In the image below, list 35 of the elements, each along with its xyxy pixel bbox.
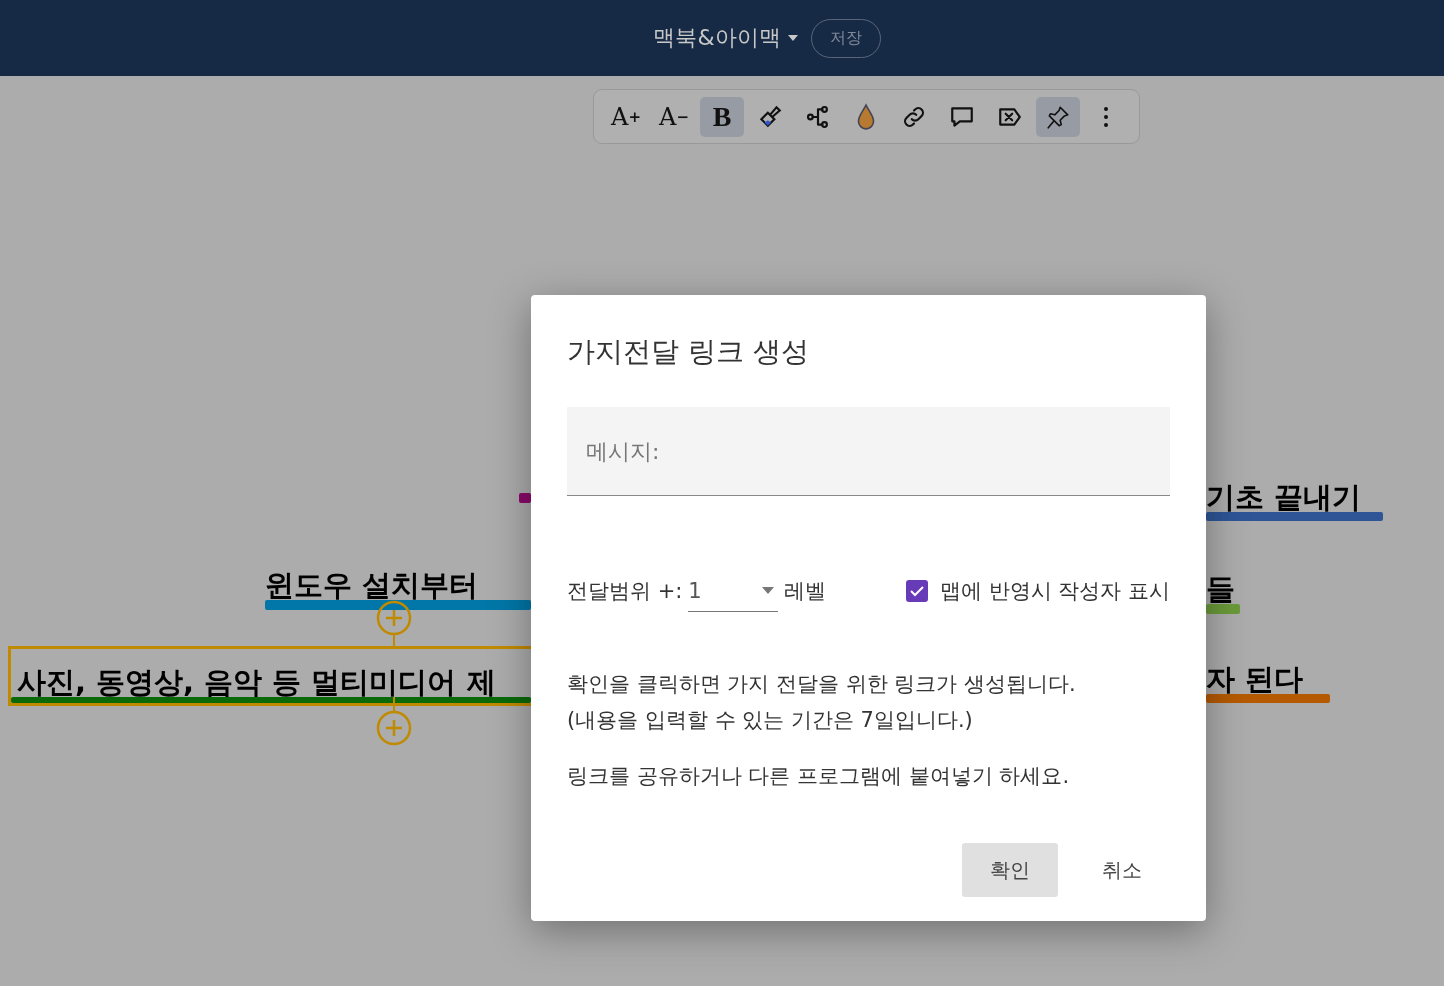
selected-node[interactable]: 사진, 동영상, 음악 등 멀티미디어 제 <box>8 646 531 706</box>
brush-icon <box>757 103 783 130</box>
add-node-icon[interactable] <box>376 600 412 636</box>
confirm-button[interactable]: 확인 <box>962 843 1058 897</box>
info-text: (내용을 입력할 수 있는 기간은 7일입니다.) <box>567 707 974 734</box>
level-label: 레벨 <box>784 578 827 605</box>
scope-label: 전달범위 +: <box>567 578 683 605</box>
checkbox[interactable] <box>905 580 928 602</box>
node-text: 사진, 동영상, 음악 등 멀티미디어 제 <box>17 668 496 697</box>
map-node[interactable]: 들 <box>1206 560 1240 614</box>
message-field[interactable]: 메시지: <box>567 407 1170 496</box>
cancel-button[interactable]: 취소 <box>1074 843 1170 897</box>
map-title[interactable]: 맥북&아이맥 <box>653 23 781 53</box>
map-node[interactable]: 윈도우 설치부터 <box>265 556 531 610</box>
toolbar-button[interactable] <box>1036 96 1080 137</box>
check-icon <box>908 583 925 599</box>
node-text: 기초 끝내기 <box>1206 483 1362 512</box>
info-text: 확인을 클릭하면 가지 전달을 위한 링크가 생성됩니다. <box>567 671 1077 698</box>
more-icon <box>1103 105 1109 128</box>
branch-icon <box>805 103 831 130</box>
node-text: 윈도우 설치부터 <box>265 571 479 600</box>
hint-text: 링크를 공유하거나 다른 프로그램에 붙여넣기 하세요. <box>567 763 1071 790</box>
dropdown-caret-icon[interactable] <box>762 587 775 594</box>
add-node-icon[interactable] <box>376 710 412 746</box>
toolbar-button[interactable]: B <box>700 96 744 137</box>
toolbar-button[interactable]: A$^{−}$ <box>652 96 696 137</box>
node-text: 들 <box>1206 575 1235 604</box>
level-select[interactable]: 1 <box>688 570 779 612</box>
map-node[interactable]: 자 된다 <box>1206 650 1330 703</box>
toolbar-button[interactable]: A$^{+}$ <box>604 96 648 137</box>
checkbox-label: 맵에 반영시 작성자 표시 <box>939 578 1170 605</box>
node-text: 자 된다 <box>1206 665 1304 694</box>
dialog-title: 가지전달 링크 생성 <box>567 334 810 370</box>
caret-icon[interactable] <box>786 34 799 42</box>
map-node[interactable]: 기초 끝내기 <box>1206 468 1383 521</box>
